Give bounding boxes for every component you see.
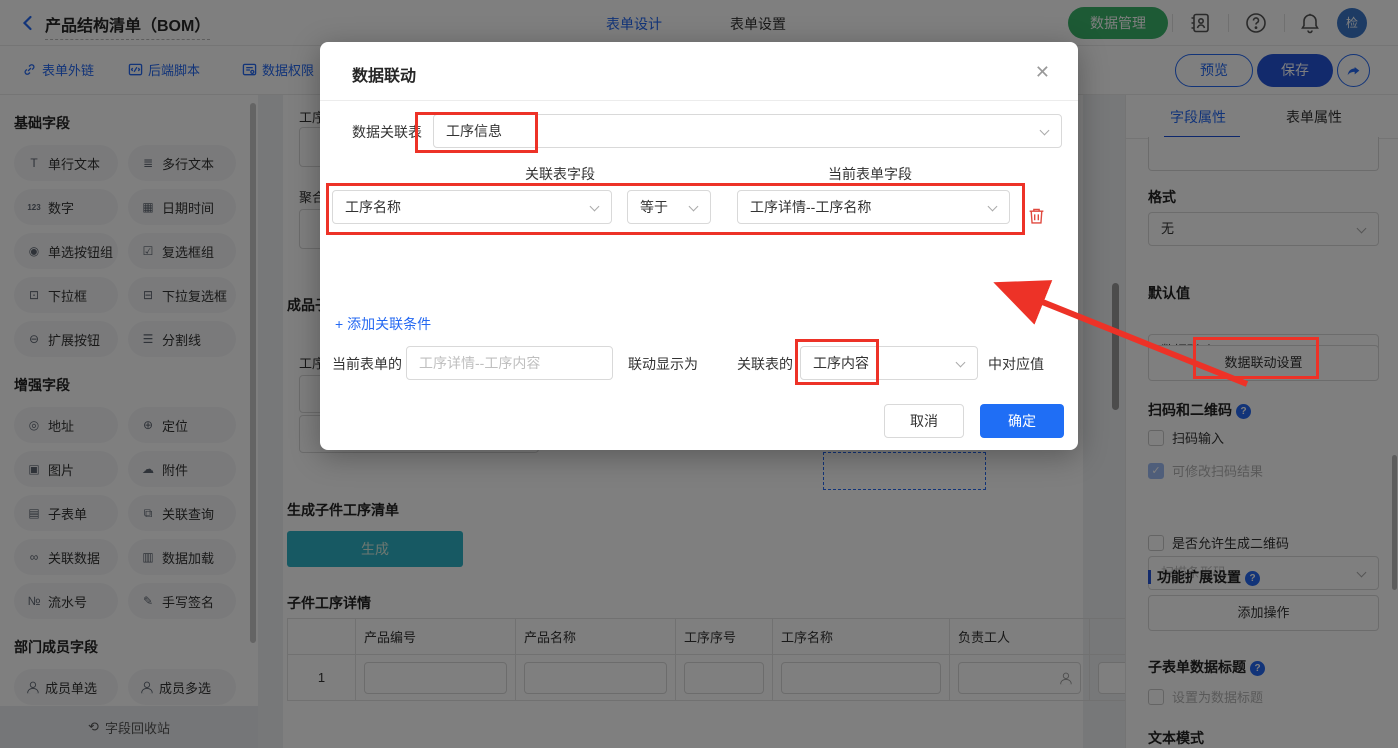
condition-target-select[interactable]: 工序详情--工序名称 [737, 190, 1010, 224]
condition-operator-value: 等于 [640, 199, 668, 215]
delete-condition-icon[interactable] [1028, 207, 1045, 225]
chevron-down-icon [988, 202, 998, 212]
current-field-input[interactable]: 工序详情--工序内容 [406, 346, 613, 380]
current-form-prefix: 当前表单的 [332, 354, 402, 374]
relation-field-value: 工序内容 [813, 355, 869, 371]
ok-button[interactable]: 确定 [980, 404, 1064, 438]
condition-field-select[interactable]: 工序名称 [332, 190, 612, 224]
modal-title: 数据联动 [352, 62, 416, 86]
condition-target-value: 工序详情--工序名称 [750, 199, 871, 215]
relation-table-prefix: 关联表的 [737, 354, 793, 374]
chevron-down-icon [590, 202, 600, 212]
col-header-relation-field: 关联表字段 [525, 164, 595, 184]
relation-table-select[interactable]: 工序信息 [433, 114, 1062, 148]
col-header-current-field: 当前表单字段 [828, 164, 912, 184]
cancel-button[interactable]: 取消 [884, 404, 964, 438]
app-root: 产品结构清单（BOM） 表单设计 表单设置 数据管理 检 表单外链 后端脚本 数… [0, 0, 1398, 748]
close-icon[interactable]: ✕ [1035, 62, 1050, 83]
corresponding-value-label: 中对应值 [988, 354, 1044, 374]
data-linkage-modal: 数据联动 ✕ 数据关联表 工序信息 关联表字段 当前表单字段 工序名称 等于 工… [320, 42, 1078, 450]
condition-operator-select[interactable]: 等于 [627, 190, 711, 224]
display-as-label: 联动显示为 [628, 354, 698, 374]
condition-field-value: 工序名称 [345, 199, 401, 215]
chevron-down-icon [689, 202, 699, 212]
add-condition-link[interactable]: + 添加关联条件 [335, 314, 431, 334]
chevron-down-icon [1040, 126, 1050, 136]
relation-table-value: 工序信息 [446, 123, 502, 139]
relation-field-select[interactable]: 工序内容 [800, 346, 978, 380]
chevron-down-icon [956, 358, 966, 368]
divider [320, 100, 1078, 101]
relation-table-label: 数据关联表 [352, 122, 422, 142]
